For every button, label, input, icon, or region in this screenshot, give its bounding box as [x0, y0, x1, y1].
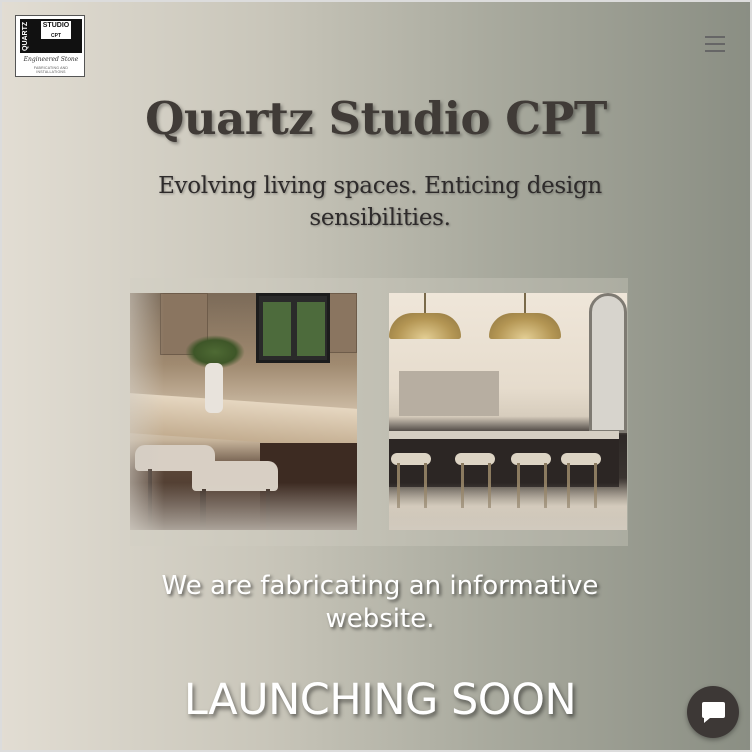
hamburger-menu-icon[interactable] [705, 36, 727, 56]
logo-tagline: FABRICATING AND INSTALLATIONS [33, 66, 69, 74]
page-subtitle: Evolving living spaces. Enticing design … [158, 173, 602, 231]
kitchen-image-left [130, 293, 357, 530]
menu-line [705, 43, 725, 45]
menu-line [705, 50, 725, 52]
chat-bubble-icon [702, 702, 725, 723]
image-fade [389, 293, 627, 530]
chat-button[interactable] [687, 686, 739, 738]
kitchen-image-right [389, 293, 627, 530]
kitchen-gallery [130, 278, 628, 546]
launching-soon-text: LAUNCHING SOON [183, 675, 577, 725]
logo-script-text: Engineered Stone [23, 56, 79, 63]
menu-line [705, 36, 725, 38]
logo-vertical-text: QUARTZ [22, 21, 29, 51]
page-title: Quartz Studio CPT [145, 92, 607, 145]
info-text: We are fabricating an informative websit… [161, 571, 599, 634]
site-logo[interactable]: QUARTZ STUDIO CPT Engineered Stone FABRI… [15, 15, 85, 77]
logo-studio-box: STUDIO CPT [41, 21, 71, 39]
logo-box-text: STUDIO [42, 22, 70, 29]
logo-box-sub: CPT [51, 33, 61, 39]
image-fade [130, 293, 357, 530]
